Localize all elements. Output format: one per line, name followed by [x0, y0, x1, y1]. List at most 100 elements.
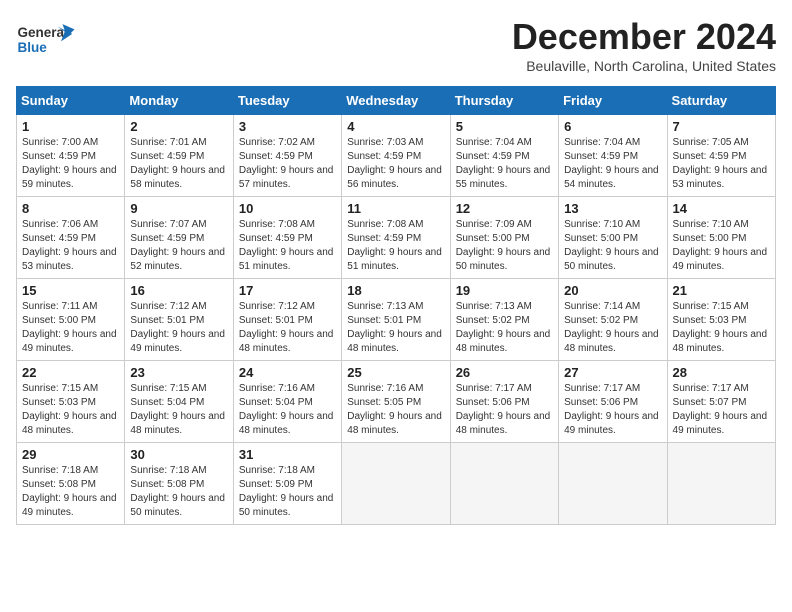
calendar-day-cell: 12 Sunrise: 7:09 AMSunset: 5:00 PMDaylig… [450, 197, 558, 279]
calendar-day-cell: 28 Sunrise: 7:17 AMSunset: 5:07 PMDaylig… [667, 361, 775, 443]
day-number: 19 [456, 283, 553, 298]
calendar-day-cell: 10 Sunrise: 7:08 AMSunset: 4:59 PMDaylig… [233, 197, 341, 279]
col-friday: Friday [559, 87, 667, 115]
calendar-day-cell [342, 443, 450, 525]
calendar-day-cell: 25 Sunrise: 7:16 AMSunset: 5:05 PMDaylig… [342, 361, 450, 443]
day-info: Sunrise: 7:18 AMSunset: 5:09 PMDaylight:… [239, 465, 334, 518]
day-info: Sunrise: 7:13 AMSunset: 5:02 PMDaylight:… [456, 301, 551, 354]
day-info: Sunrise: 7:00 AMSunset: 4:59 PMDaylight:… [22, 137, 117, 190]
day-number: 21 [673, 283, 770, 298]
col-saturday: Saturday [667, 87, 775, 115]
calendar-day-cell: 22 Sunrise: 7:15 AMSunset: 5:03 PMDaylig… [17, 361, 125, 443]
calendar-day-cell: 15 Sunrise: 7:11 AMSunset: 5:00 PMDaylig… [17, 279, 125, 361]
day-number: 23 [130, 365, 227, 380]
svg-text:General: General [18, 25, 68, 40]
day-number: 25 [347, 365, 444, 380]
calendar-day-cell: 30 Sunrise: 7:18 AMSunset: 5:08 PMDaylig… [125, 443, 233, 525]
day-number: 3 [239, 119, 336, 134]
calendar-header-row: Sunday Monday Tuesday Wednesday Thursday… [17, 87, 776, 115]
calendar-day-cell: 4 Sunrise: 7:03 AMSunset: 4:59 PMDayligh… [342, 115, 450, 197]
calendar-week-row: 15 Sunrise: 7:11 AMSunset: 5:00 PMDaylig… [17, 279, 776, 361]
day-info: Sunrise: 7:10 AMSunset: 5:00 PMDaylight:… [564, 219, 659, 272]
title-area: December 2024 Beulaville, North Carolina… [512, 16, 776, 74]
calendar-day-cell: 21 Sunrise: 7:15 AMSunset: 5:03 PMDaylig… [667, 279, 775, 361]
day-number: 15 [22, 283, 119, 298]
day-info: Sunrise: 7:08 AMSunset: 4:59 PMDaylight:… [239, 219, 334, 272]
day-info: Sunrise: 7:07 AMSunset: 4:59 PMDaylight:… [130, 219, 225, 272]
col-sunday: Sunday [17, 87, 125, 115]
day-info: Sunrise: 7:12 AMSunset: 5:01 PMDaylight:… [239, 301, 334, 354]
day-info: Sunrise: 7:02 AMSunset: 4:59 PMDaylight:… [239, 137, 334, 190]
calendar-day-cell: 19 Sunrise: 7:13 AMSunset: 5:02 PMDaylig… [450, 279, 558, 361]
day-info: Sunrise: 7:17 AMSunset: 5:07 PMDaylight:… [673, 383, 768, 436]
calendar-day-cell: 13 Sunrise: 7:10 AMSunset: 5:00 PMDaylig… [559, 197, 667, 279]
page-header: General Blue December 2024 Beulaville, N… [16, 16, 776, 74]
day-number: 12 [456, 201, 553, 216]
svg-text:Blue: Blue [18, 40, 48, 55]
day-number: 14 [673, 201, 770, 216]
day-number: 27 [564, 365, 661, 380]
day-info: Sunrise: 7:13 AMSunset: 5:01 PMDaylight:… [347, 301, 442, 354]
calendar-table: Sunday Monday Tuesday Wednesday Thursday… [16, 86, 776, 525]
day-number: 4 [347, 119, 444, 134]
calendar-day-cell: 16 Sunrise: 7:12 AMSunset: 5:01 PMDaylig… [125, 279, 233, 361]
day-number: 10 [239, 201, 336, 216]
day-info: Sunrise: 7:14 AMSunset: 5:02 PMDaylight:… [564, 301, 659, 354]
calendar-title: December 2024 [512, 16, 776, 58]
calendar-week-row: 8 Sunrise: 7:06 AMSunset: 4:59 PMDayligh… [17, 197, 776, 279]
day-number: 31 [239, 447, 336, 462]
day-number: 29 [22, 447, 119, 462]
logo-svg: General Blue [16, 16, 76, 66]
day-number: 13 [564, 201, 661, 216]
day-number: 30 [130, 447, 227, 462]
day-number: 11 [347, 201, 444, 216]
calendar-week-row: 1 Sunrise: 7:00 AMSunset: 4:59 PMDayligh… [17, 115, 776, 197]
calendar-day-cell: 5 Sunrise: 7:04 AMSunset: 4:59 PMDayligh… [450, 115, 558, 197]
day-info: Sunrise: 7:16 AMSunset: 5:05 PMDaylight:… [347, 383, 442, 436]
col-wednesday: Wednesday [342, 87, 450, 115]
day-number: 17 [239, 283, 336, 298]
day-info: Sunrise: 7:16 AMSunset: 5:04 PMDaylight:… [239, 383, 334, 436]
day-number: 18 [347, 283, 444, 298]
calendar-day-cell: 8 Sunrise: 7:06 AMSunset: 4:59 PMDayligh… [17, 197, 125, 279]
calendar-day-cell [559, 443, 667, 525]
col-thursday: Thursday [450, 87, 558, 115]
day-number: 20 [564, 283, 661, 298]
calendar-day-cell: 31 Sunrise: 7:18 AMSunset: 5:09 PMDaylig… [233, 443, 341, 525]
calendar-day-cell: 23 Sunrise: 7:15 AMSunset: 5:04 PMDaylig… [125, 361, 233, 443]
day-number: 16 [130, 283, 227, 298]
calendar-day-cell: 18 Sunrise: 7:13 AMSunset: 5:01 PMDaylig… [342, 279, 450, 361]
day-info: Sunrise: 7:08 AMSunset: 4:59 PMDaylight:… [347, 219, 442, 272]
day-number: 5 [456, 119, 553, 134]
day-number: 6 [564, 119, 661, 134]
day-info: Sunrise: 7:11 AMSunset: 5:00 PMDaylight:… [22, 301, 117, 354]
calendar-day-cell: 1 Sunrise: 7:00 AMSunset: 4:59 PMDayligh… [17, 115, 125, 197]
calendar-day-cell: 24 Sunrise: 7:16 AMSunset: 5:04 PMDaylig… [233, 361, 341, 443]
calendar-day-cell: 9 Sunrise: 7:07 AMSunset: 4:59 PMDayligh… [125, 197, 233, 279]
day-info: Sunrise: 7:10 AMSunset: 5:00 PMDaylight:… [673, 219, 768, 272]
calendar-day-cell: 3 Sunrise: 7:02 AMSunset: 4:59 PMDayligh… [233, 115, 341, 197]
calendar-day-cell: 20 Sunrise: 7:14 AMSunset: 5:02 PMDaylig… [559, 279, 667, 361]
calendar-day-cell: 29 Sunrise: 7:18 AMSunset: 5:08 PMDaylig… [17, 443, 125, 525]
day-info: Sunrise: 7:04 AMSunset: 4:59 PMDaylight:… [456, 137, 551, 190]
calendar-day-cell: 2 Sunrise: 7:01 AMSunset: 4:59 PMDayligh… [125, 115, 233, 197]
day-info: Sunrise: 7:17 AMSunset: 5:06 PMDaylight:… [456, 383, 551, 436]
calendar-week-row: 29 Sunrise: 7:18 AMSunset: 5:08 PMDaylig… [17, 443, 776, 525]
day-number: 8 [22, 201, 119, 216]
day-info: Sunrise: 7:09 AMSunset: 5:00 PMDaylight:… [456, 219, 551, 272]
day-info: Sunrise: 7:04 AMSunset: 4:59 PMDaylight:… [564, 137, 659, 190]
calendar-day-cell: 17 Sunrise: 7:12 AMSunset: 5:01 PMDaylig… [233, 279, 341, 361]
day-info: Sunrise: 7:15 AMSunset: 5:04 PMDaylight:… [130, 383, 225, 436]
col-tuesday: Tuesday [233, 87, 341, 115]
calendar-subtitle: Beulaville, North Carolina, United State… [512, 58, 776, 74]
calendar-day-cell: 27 Sunrise: 7:17 AMSunset: 5:06 PMDaylig… [559, 361, 667, 443]
day-info: Sunrise: 7:15 AMSunset: 5:03 PMDaylight:… [22, 383, 117, 436]
day-info: Sunrise: 7:03 AMSunset: 4:59 PMDaylight:… [347, 137, 442, 190]
calendar-day-cell: 11 Sunrise: 7:08 AMSunset: 4:59 PMDaylig… [342, 197, 450, 279]
calendar-day-cell [667, 443, 775, 525]
day-number: 22 [22, 365, 119, 380]
calendar-week-row: 22 Sunrise: 7:15 AMSunset: 5:03 PMDaylig… [17, 361, 776, 443]
day-info: Sunrise: 7:05 AMSunset: 4:59 PMDaylight:… [673, 137, 768, 190]
day-info: Sunrise: 7:18 AMSunset: 5:08 PMDaylight:… [130, 465, 225, 518]
day-number: 2 [130, 119, 227, 134]
